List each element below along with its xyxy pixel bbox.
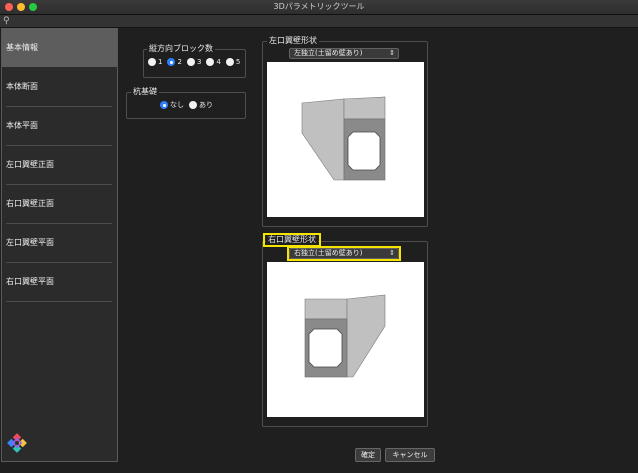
block-count-radio-2[interactable] [167, 58, 176, 66]
sidebar-item-right-wing-plan[interactable]: 右口翼壁平面 [2, 263, 117, 301]
sidebar-item-body-plan[interactable]: 本体平面 [2, 107, 117, 145]
left-box-opening [347, 131, 381, 171]
sidebar-item-basic-info[interactable]: 基本情報 [2, 29, 117, 67]
left-wing-wall-shape [301, 98, 345, 181]
window-title: 3Dパラメトリックツール [273, 2, 365, 11]
sidebar-item-body-section[interactable]: 本体断面 [2, 68, 117, 106]
right-wing-wall-shape [346, 294, 386, 378]
left-wing-select-value: 左独立(土留め壁あり) [294, 49, 363, 57]
block-count-radio-1[interactable] [148, 58, 156, 66]
pin-icon[interactable]: ⚲ [3, 15, 10, 27]
confirm-button[interactable]: 確定 [355, 448, 381, 462]
sidebar: 基本情報 本体断面 本体平面 左口翼壁正面 右口翼壁正面 左口翼壁平面 右口翼壁… [1, 28, 118, 462]
pile-foundation-radios: なし あり [160, 100, 218, 110]
block-count-radio-5[interactable] [225, 58, 234, 66]
right-wing-drawing [304, 294, 386, 378]
sidebar-divider [6, 301, 112, 302]
highlight-right-wing-select [287, 246, 401, 261]
sidebar-item-left-wing-plan[interactable]: 左口翼壁平面 [2, 224, 117, 262]
sidebar-item-left-wing-front[interactable]: 左口翼壁正面 [2, 146, 117, 184]
left-wing-preview [267, 62, 424, 217]
chevron-updown-icon: ⇕ [389, 49, 395, 57]
pile-foundation-title: 杭基礎 [131, 86, 159, 97]
highlight-right-wing-title [263, 233, 321, 247]
right-box-opening [308, 328, 343, 368]
block-count-radios: 1 2 3 4 5 [148, 58, 245, 66]
pile-foundation-radio-none[interactable] [160, 101, 168, 109]
left-wing-title: 左口翼壁形状 [267, 35, 319, 46]
pile-foundation-radio-yes[interactable] [189, 101, 197, 109]
block-count-radio-3[interactable] [186, 58, 195, 66]
app-logo-icon [7, 433, 27, 453]
toolbar: ⚲ [0, 15, 638, 28]
left-wing-shape-select[interactable]: 左独立(土留め壁あり) ⇕ [289, 48, 399, 59]
left-wing-top-slab [343, 96, 386, 120]
block-count-title: 縦方向ブロック数 [147, 43, 215, 54]
sidebar-item-right-wing-front[interactable]: 右口翼壁正面 [2, 185, 117, 223]
right-wing-top-slab [304, 298, 348, 320]
title-bar: 3Dパラメトリックツール [0, 0, 638, 15]
right-wing-preview [267, 262, 424, 417]
block-count-radio-4[interactable] [206, 58, 215, 66]
cancel-button[interactable]: キャンセル [385, 448, 435, 462]
left-wing-drawing [301, 96, 386, 181]
